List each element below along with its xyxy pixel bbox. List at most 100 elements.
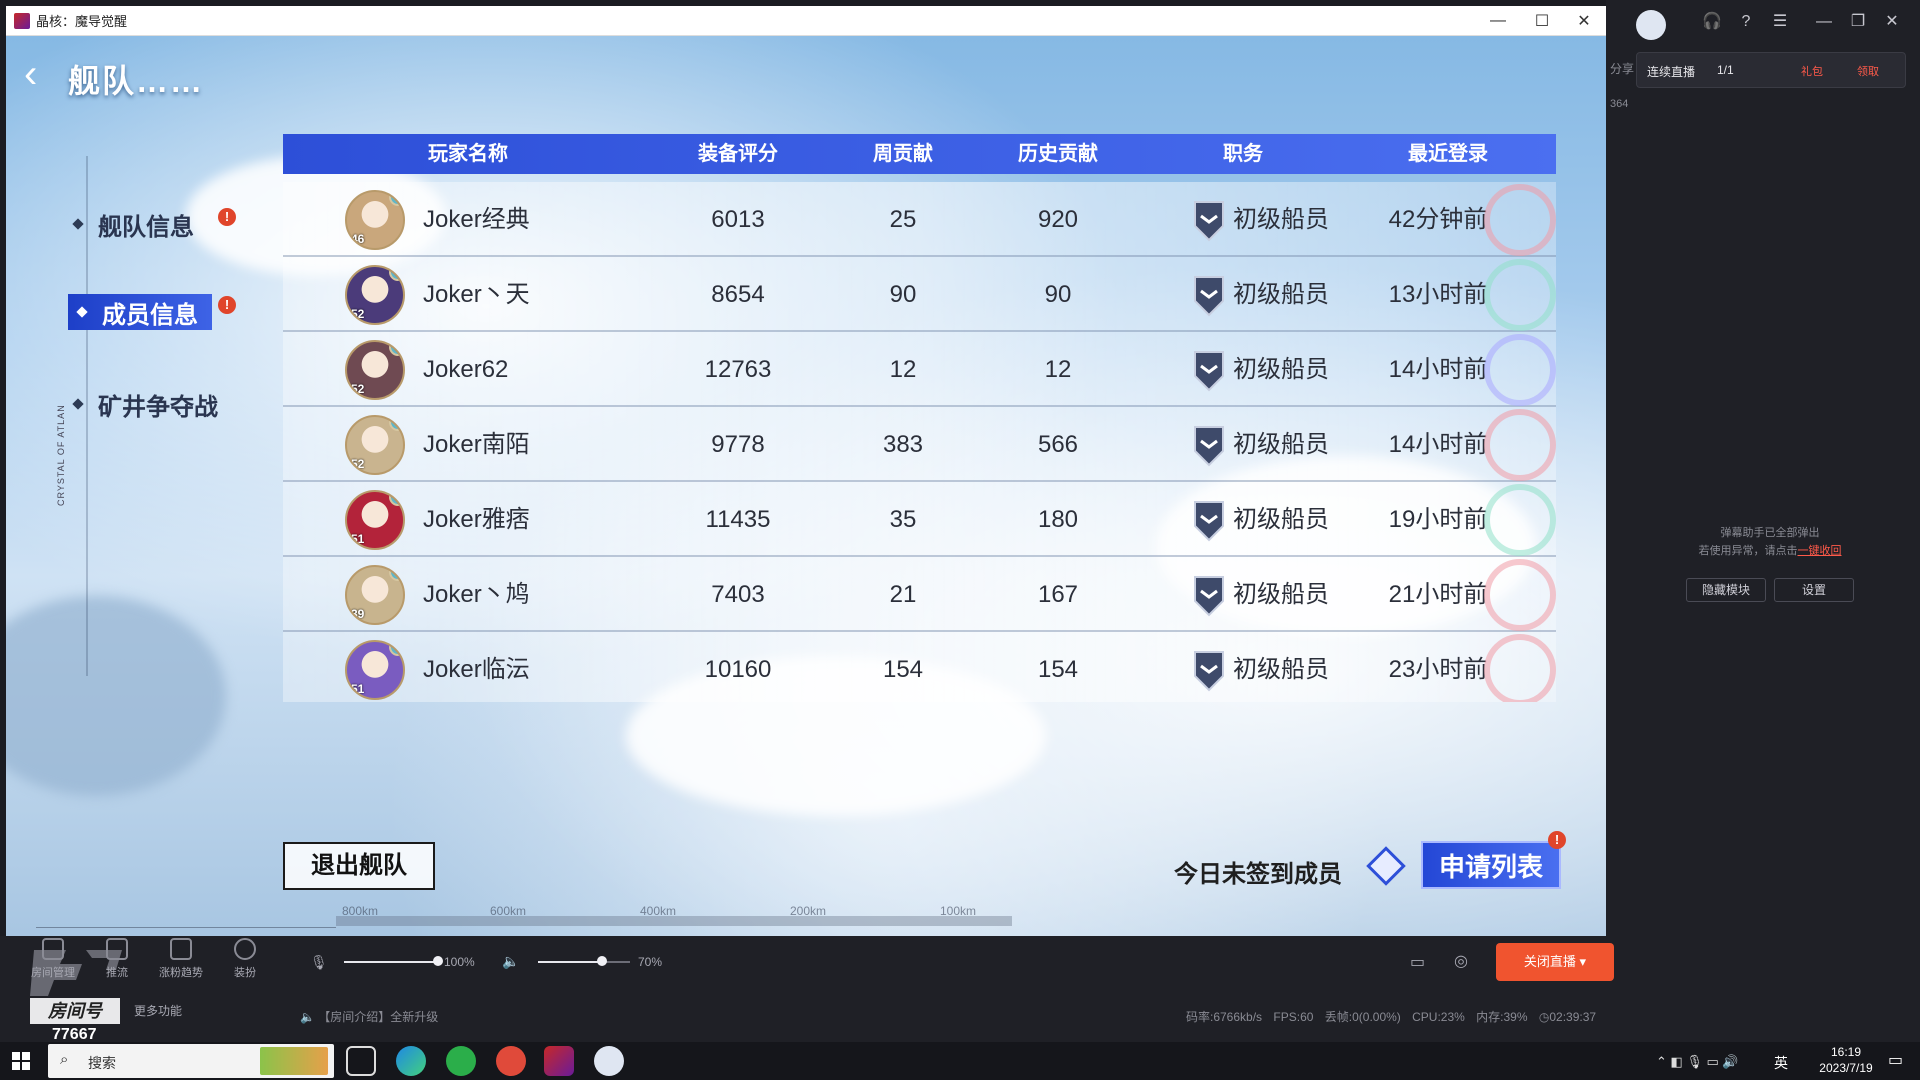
member-role: 初级船员 bbox=[1233, 206, 1329, 233]
minimize-button[interactable]: — bbox=[1476, 6, 1520, 36]
fan-trend-tool[interactable]: 涨粉趋势 bbox=[156, 938, 206, 980]
player-avatar[interactable]: 39 bbox=[345, 565, 405, 625]
decoration-tool[interactable]: 装扮 bbox=[220, 938, 270, 980]
player-level: 52 bbox=[351, 382, 365, 396]
history-contribution: 167 bbox=[1037, 581, 1079, 608]
avatar-badge-icon bbox=[389, 567, 403, 581]
taskbar-search[interactable]: ⌕ 搜索 bbox=[48, 1044, 334, 1078]
live-label: 连续直播 bbox=[1647, 65, 1696, 79]
camera-icon[interactable]: ▭ bbox=[1410, 952, 1425, 972]
table-row[interactable]: 52 Joker南陌 9778 383 566 初级船员 14小时前 bbox=[283, 407, 1556, 482]
page-counter: 1/1 bbox=[1717, 63, 1734, 77]
notification-icon[interactable]: ▭ bbox=[1888, 1050, 1903, 1070]
tray-icons[interactable]: ⌃ ◧ 🎙 ▭ 🔊 bbox=[1656, 1054, 1739, 1070]
danmu-helper-message: 弹幕助手已全部弹出 若使用异常，请点击一键收回 bbox=[1640, 524, 1900, 560]
distance-label: 200km bbox=[790, 904, 827, 918]
recall-link[interactable]: 一键收回 bbox=[1798, 545, 1842, 557]
windows-start-icon[interactable] bbox=[12, 1052, 30, 1070]
close-icon[interactable]: ✕ bbox=[1880, 10, 1904, 34]
player-avatar[interactable]: 52 bbox=[345, 340, 405, 400]
table-row[interactable]: 39 Joker丶鸠 7403 21 167 初级船员 21小时前 bbox=[283, 557, 1556, 632]
player-avatar[interactable]: 52 bbox=[345, 415, 405, 475]
leave-fleet-button[interactable]: 退出舰队 bbox=[283, 842, 435, 890]
record-icon[interactable]: ◎ bbox=[1454, 951, 1468, 971]
ime-indicator[interactable]: 英 bbox=[1774, 1053, 1788, 1073]
microphone-icon[interactable]: 🎙 bbox=[310, 954, 328, 971]
nav-label: 舰队信息 bbox=[98, 213, 194, 241]
gear-score: 9778 bbox=[711, 431, 765, 458]
table-row[interactable]: 46 Joker经典 6013 25 920 初级船员 42分钟前 bbox=[283, 182, 1556, 257]
task-view-icon[interactable] bbox=[346, 1046, 376, 1076]
avatar-badge-icon bbox=[389, 267, 403, 281]
close-button[interactable]: ✕ bbox=[1562, 6, 1606, 36]
table-row[interactable]: 52 Joker62 12763 12 12 初级船员 14小时前 bbox=[283, 332, 1556, 407]
hide-module-button[interactable]: 隐藏模块 bbox=[1686, 578, 1766, 602]
player-avatar[interactable]: 52 bbox=[345, 265, 405, 325]
shield-icon bbox=[1194, 426, 1224, 467]
user-avatar-icon[interactable] bbox=[1636, 10, 1666, 40]
table-row[interactable]: 51 Joker临沄 10160 154 154 初级船员 23小时前 bbox=[283, 632, 1556, 702]
player-avatar[interactable]: 46 bbox=[345, 190, 405, 250]
member-table[interactable]: 46 Joker经典 6013 25 920 初级船员 42分钟前 52 Joker丶天 8654… bbox=[283, 182, 1556, 702]
claim-link[interactable]: 领取 bbox=[1857, 63, 1879, 79]
table-row[interactable]: 51 Joker雅痞 11435 35 180 初级船员 19小时前 bbox=[283, 482, 1556, 557]
unsigned-members-link[interactable]: 今日未签到成员 bbox=[1174, 854, 1342, 889]
table-row[interactable]: 52 Joker丶天 8654 90 90 初级船员 13小时前 bbox=[283, 257, 1556, 332]
member-role: 初级船员 bbox=[1233, 581, 1329, 608]
douyu-app-icon[interactable] bbox=[594, 1046, 624, 1076]
avatar-badge-icon bbox=[389, 192, 403, 206]
notification-badge: ! bbox=[1548, 831, 1566, 849]
slider-fill bbox=[344, 961, 438, 963]
live-duration: 02:39:37 bbox=[1549, 1010, 1597, 1024]
edge-browser-icon[interactable] bbox=[396, 1046, 426, 1076]
wechat-icon[interactable] bbox=[446, 1046, 476, 1076]
speaker-icon[interactable]: 🔈 bbox=[502, 953, 519, 970]
more-functions-link[interactable]: 更多功能 bbox=[134, 1002, 182, 1019]
shield-icon bbox=[1194, 651, 1224, 692]
maximize-button[interactable]: ☐ bbox=[1520, 6, 1564, 36]
restore-icon[interactable]: ❐ bbox=[1846, 10, 1870, 34]
menu-icon[interactable]: ☰ bbox=[1768, 10, 1792, 34]
member-role: 初级船员 bbox=[1233, 356, 1329, 383]
danmu-line-1: 弹幕助手已全部弹出 bbox=[1720, 527, 1820, 539]
share-text[interactable]: 分享 bbox=[1610, 60, 1634, 77]
nav-member-info[interactable]: 成员信息 bbox=[68, 294, 212, 330]
nav-mine-battle[interactable]: 矿井争夺战 bbox=[72, 386, 218, 422]
room-intro[interactable]: 🔈 【房间介绍】全新升级 bbox=[300, 1008, 438, 1025]
taskbar-clock[interactable]: 16:19 2023/7/19 bbox=[1806, 1044, 1886, 1076]
history-contribution: 920 bbox=[1037, 206, 1079, 233]
gear-score: 7403 bbox=[711, 581, 765, 608]
diamond-bullet-icon bbox=[72, 398, 84, 410]
minimize-icon[interactable]: — bbox=[1812, 10, 1836, 34]
weekly-contribution: 383 bbox=[882, 431, 924, 458]
back-arrow-icon[interactable]: ‹ bbox=[24, 54, 64, 94]
speaker-volume-slider[interactable] bbox=[538, 956, 630, 966]
help-icon[interactable]: ? bbox=[1734, 10, 1758, 34]
member-role: 初级船员 bbox=[1233, 431, 1329, 458]
nav-label: 成员信息 bbox=[102, 301, 198, 329]
room-manage-tool[interactable]: 房间管理 bbox=[28, 938, 78, 980]
player-name: Joker临沄 bbox=[423, 656, 530, 683]
gift-link[interactable]: 礼包 bbox=[1801, 63, 1823, 79]
player-avatar[interactable]: 51 bbox=[345, 640, 405, 700]
app-icon[interactable] bbox=[496, 1046, 526, 1076]
date: 2023/7/19 bbox=[1819, 1061, 1873, 1075]
avatar-badge-icon bbox=[389, 417, 403, 431]
apply-list-button[interactable]: 申请列表 bbox=[1421, 841, 1561, 889]
header-gear-score: 装备评分 bbox=[698, 143, 778, 165]
push-stream-tool[interactable]: 推流 bbox=[92, 938, 142, 980]
ruler-decoration bbox=[36, 914, 336, 928]
mic-volume-slider[interactable] bbox=[344, 956, 443, 966]
headset-icon[interactable]: 🎧 bbox=[1700, 10, 1724, 34]
settings-button[interactable]: 设置 bbox=[1774, 578, 1854, 602]
cloud-decoration bbox=[6, 596, 226, 796]
game-app-icon[interactable] bbox=[544, 1046, 574, 1076]
history-contribution: 12 bbox=[1044, 356, 1072, 383]
slider-knob[interactable] bbox=[433, 956, 443, 966]
player-avatar[interactable]: 51 bbox=[345, 490, 405, 550]
shield-icon bbox=[1194, 201, 1224, 242]
close-live-button[interactable]: 关闭直播 ▾ bbox=[1496, 943, 1614, 981]
weekly-contribution: 12 bbox=[889, 356, 917, 383]
distance-label: 600km bbox=[490, 904, 527, 918]
nav-fleet-info[interactable]: 舰队信息 bbox=[72, 206, 194, 242]
